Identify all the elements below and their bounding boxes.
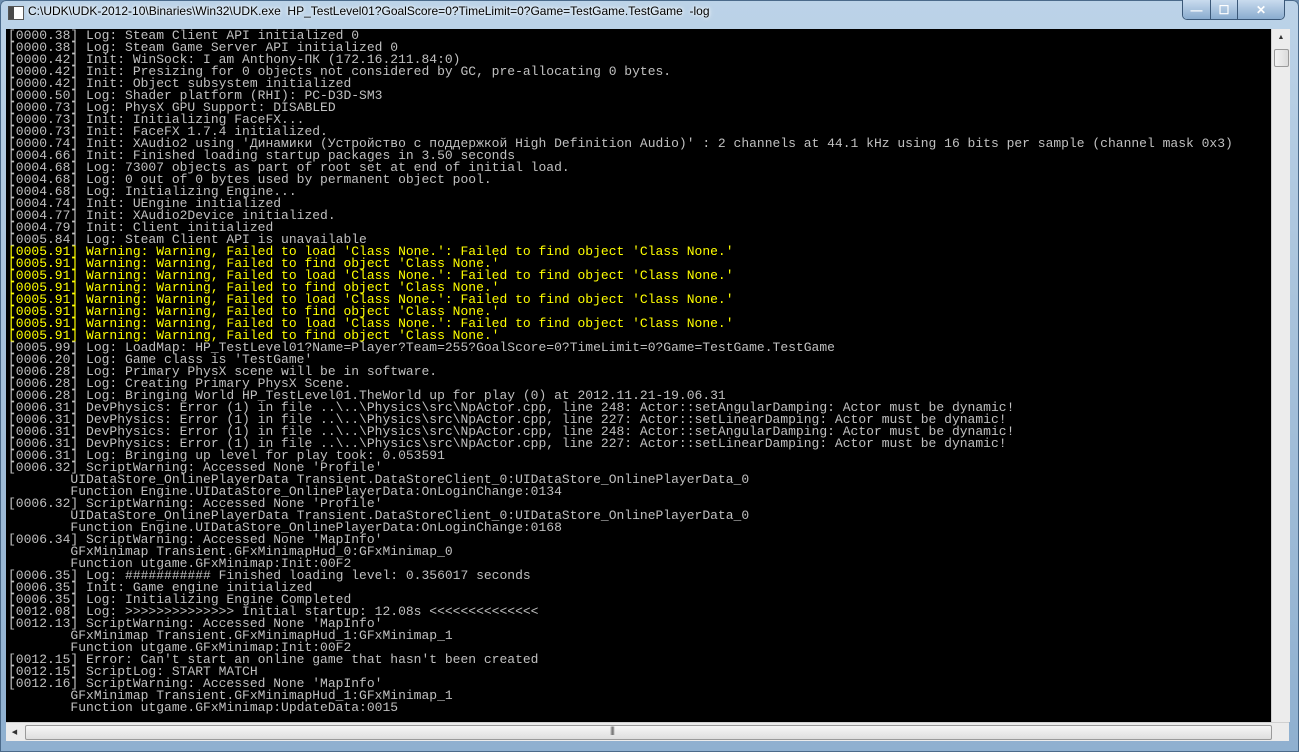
title-bar[interactable]: C:\UDK\UDK-2012-10\Binaries\Win32\UDK.ex… — [0, 0, 1299, 28]
window-title: C:\UDK\UDK-2012-10\Binaries\Win32\UDK.ex… — [28, 4, 710, 18]
maximize-button[interactable]: ☐ — [1211, 0, 1238, 19]
console-app-icon — [8, 6, 24, 20]
vertical-scroll-thumb[interactable] — [1274, 49, 1289, 67]
scroll-up-arrow-icon[interactable]: ▲ — [1272, 29, 1290, 46]
console-window: C:\UDK\UDK-2012-10\Binaries\Win32\UDK.ex… — [0, 0, 1299, 752]
window-controls: — ☐ ✕ — [1182, 0, 1285, 20]
vertical-scrollbar[interactable]: ▲ — [1271, 29, 1290, 722]
log-lines: [0000.38] Log: Steam Client API initiali… — [8, 29, 1233, 715]
log-line: Function utgame.GFxMinimap:UpdateData:00… — [8, 700, 399, 715]
close-button[interactable]: ✕ — [1238, 0, 1284, 19]
minimize-button[interactable]: — — [1183, 0, 1211, 19]
horizontal-scrollbar[interactable]: ◀ ||| — [6, 722, 1289, 741]
horizontal-scroll-thumb[interactable] — [25, 725, 1272, 740]
scroll-left-arrow-icon[interactable]: ◀ — [6, 723, 23, 741]
scroll-grip-icon: ||| — [610, 725, 615, 735]
console-output[interactable]: [0000.38] Log: Steam Client API initiali… — [6, 29, 1271, 722]
